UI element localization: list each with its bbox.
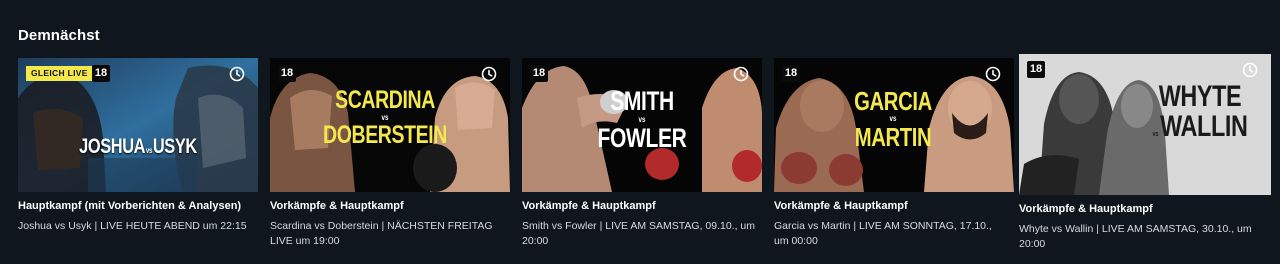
age-rating-badge: 18 (782, 65, 800, 82)
event-title: Vorkämpfe & Hauptkampf (270, 200, 404, 212)
live-badge: GLEICH LIVE (26, 66, 93, 81)
age-rating-badge: 18 (278, 65, 296, 82)
event-subtitle: Smith vs Fowler | LIVE AM SAMSTAG, 09.10… (522, 220, 756, 247)
event-thumbnail[interactable]: 18 GARCIA vs MARTIN (774, 58, 1014, 192)
fighter-b-name: USYK (152, 135, 197, 158)
fighter-names: WHYTE vsWALLIN (1129, 82, 1271, 142)
event-title: Hauptkampf (mit Vorberichten & Analysen) (18, 200, 242, 212)
fighter-a-name: JOSHUA (79, 135, 146, 158)
event-thumbnail[interactable]: GLEICH LIVE 18 JOSHUAvsUSYK (18, 58, 258, 192)
fighter-b-name: WALLIN (1160, 110, 1248, 143)
event-card-whyte-wallin[interactable]: 18 WHYTE vsWALLIN Vorkämpfe & Hauptkampf… (1019, 54, 1271, 252)
event-rail: GLEICH LIVE 18 JOSHUAvsUSYK Hauptkampf (… (0, 54, 1280, 264)
event-subtitle: Whyte vs Wallin | LIVE AM SAMSTAG, 30.10… (1019, 223, 1252, 250)
fighter-b-name: FOWLER (597, 123, 687, 153)
clock-icon[interactable] (481, 66, 497, 82)
clock-icon[interactable] (733, 66, 749, 82)
event-card-scardina-doberstein[interactable]: 18 SCARDINA vs DOBERSTEIN Vorkämpfe & Ha… (270, 58, 510, 249)
fighter-a-name: SMITH (610, 86, 674, 116)
fighter-a-name: WHYTE (1158, 80, 1242, 113)
event-title: Vorkämpfe & Hauptkampf (774, 200, 908, 212)
event-subtitle: Scardina vs Doberstein | NÄCHSTEN FREITA… (270, 220, 493, 247)
event-thumbnail[interactable]: 18 SMITH vs FOWLER (522, 58, 762, 192)
fighter-names: GARCIA vs MARTIN (799, 88, 988, 150)
event-thumbnail[interactable]: 18 WHYTE vsWALLIN (1019, 54, 1271, 195)
event-title: Vorkämpfe & Hauptkampf (522, 200, 656, 212)
age-rating-badge: 18 (530, 65, 548, 82)
section-title: Demnächst (18, 27, 100, 44)
age-rating-badge: 18 (92, 65, 110, 82)
event-subtitle: Joshua vs Usyk | LIVE HEUTE ABEND um 22:… (18, 220, 247, 232)
fighter-a-name: SCARDINA (335, 86, 435, 114)
fighter-b-name: MARTIN (854, 122, 932, 152)
fighter-names: JOSHUAvsUSYK (44, 136, 231, 157)
event-title: Vorkämpfe & Hauptkampf (1019, 203, 1153, 215)
fighter-a-name: GARCIA (854, 86, 932, 116)
event-subtitle: Garcia vs Martin | LIVE AM SONNTAG, 17.1… (774, 220, 992, 247)
fighter-names: SCARDINA vs DOBERSTEIN (288, 88, 483, 148)
clock-icon[interactable] (229, 66, 245, 82)
event-card-joshua-usyk[interactable]: GLEICH LIVE 18 JOSHUAvsUSYK Hauptkampf (… (18, 58, 258, 234)
fighter-names: SMITH vs FOWLER (548, 88, 735, 152)
age-rating-badge: 18 (1027, 61, 1045, 78)
event-card-smith-fowler[interactable]: 18 SMITH vs FOWLER Vorkämpfe & Hauptkamp… (522, 58, 762, 249)
vs-label: vs (1152, 131, 1159, 138)
clock-icon[interactable] (985, 66, 1001, 82)
event-thumbnail[interactable]: 18 SCARDINA vs DOBERSTEIN (270, 58, 510, 192)
event-card-garcia-martin[interactable]: 18 GARCIA vs MARTIN Vorkämpfe & Hauptkam… (774, 58, 1014, 249)
clock-icon[interactable] (1242, 62, 1258, 78)
fighter-b-name: DOBERSTEIN (323, 121, 447, 149)
vs-label: vs (145, 146, 153, 155)
